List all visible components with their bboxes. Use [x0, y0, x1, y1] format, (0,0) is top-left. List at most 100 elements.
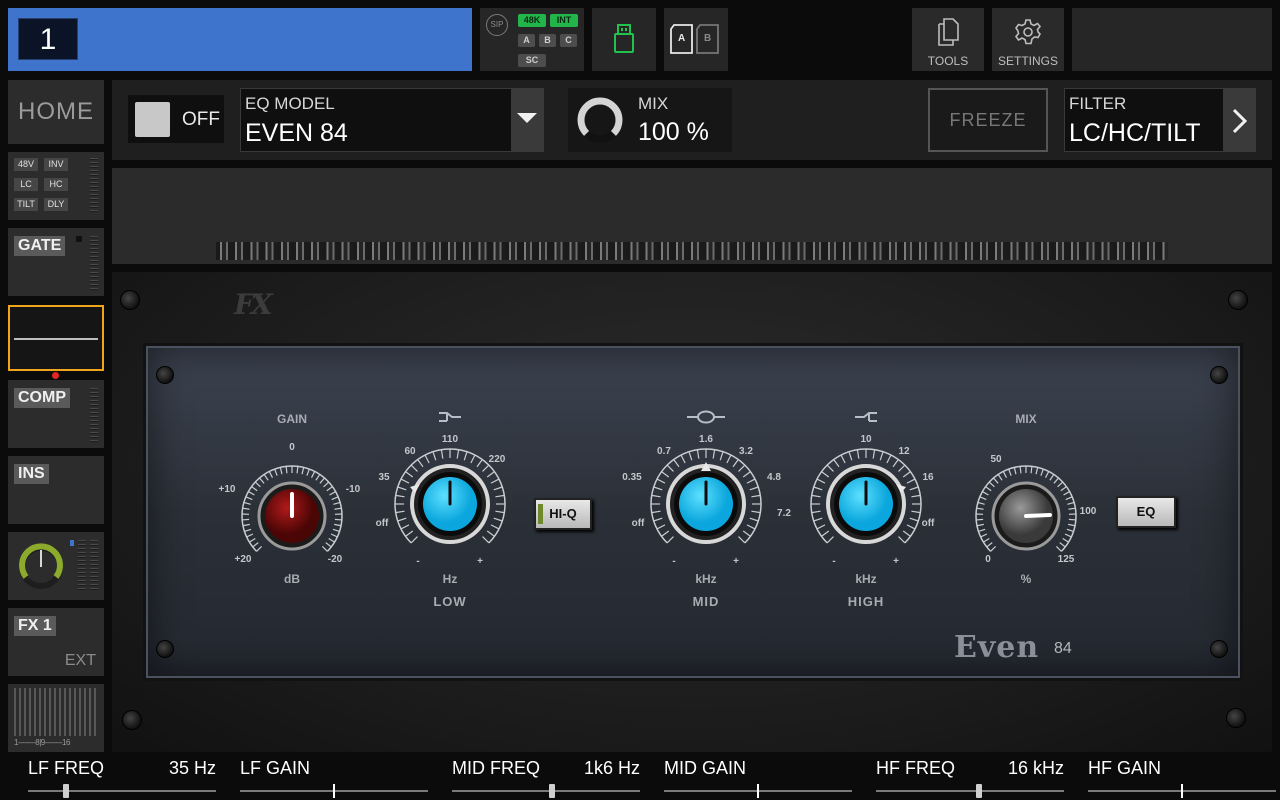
tools-button[interactable]: TOOLS	[912, 8, 984, 71]
high-shelf-icon	[855, 412, 877, 422]
mid-scale-0-35: 0.35	[622, 472, 642, 483]
freeze-button[interactable]: FREEZE	[928, 88, 1048, 152]
param-slider-track[interactable]	[876, 790, 1064, 792]
low-unit: Hz	[442, 572, 458, 586]
status-panel[interactable]: SIP 48K INT A B C SC	[480, 8, 584, 71]
filter-next-button[interactable]	[1224, 88, 1256, 152]
channel-name-box[interactable]: 1	[8, 8, 472, 71]
insert-section-button[interactable]: INS	[8, 456, 104, 524]
channel-strip-button[interactable]	[8, 532, 104, 600]
settings-label: SETTINGS	[997, 54, 1058, 68]
settings-button[interactable]: SETTINGS	[992, 8, 1064, 71]
mix-value: 100 %	[638, 118, 709, 146]
param-name: HF FREQ	[876, 758, 955, 778]
param-slider-track[interactable]	[28, 790, 216, 792]
mix-label: MIX	[638, 94, 669, 113]
fx-section-button[interactable]: FX 1 EXT	[8, 608, 104, 676]
low-band-label: LOW	[433, 594, 467, 609]
usb-icon	[614, 24, 634, 53]
param-slider-thumb[interactable]	[757, 784, 759, 798]
documents-icon	[938, 18, 959, 46]
param-name: MID GAIN	[664, 758, 747, 778]
mix-scale-50: 50	[990, 454, 1002, 465]
low-shelf-icon	[439, 412, 461, 422]
filter-selector[interactable]: FILTER LC/HC/TILT	[1064, 88, 1224, 152]
card-slot-status[interactable]: A B	[664, 8, 728, 71]
chevron-right-icon	[1232, 108, 1248, 134]
eq-in-button[interactable]: EQ	[1116, 496, 1176, 528]
brand-name: Even	[954, 630, 1040, 665]
gear-icon	[1014, 19, 1042, 45]
param-name: HF GAIN	[1088, 758, 1162, 778]
low-scale-off: off	[375, 518, 389, 529]
gate-meter	[90, 236, 98, 292]
param-hf-gain[interactable]: HF GAIN	[1088, 752, 1280, 800]
comp-label: COMP	[14, 388, 70, 408]
low-cut-tag: LC	[14, 178, 38, 191]
eq-section-button-selected[interactable]	[8, 305, 104, 371]
param-slider-thumb[interactable]	[62, 784, 69, 798]
comp-meter	[90, 388, 98, 444]
param-value: 35 Hz	[168, 758, 216, 778]
plugin-rack: FX GAIN 0 +10 -10 +20 -20 dB 110 60 220 …	[112, 272, 1272, 752]
param-slider-track[interactable]	[452, 790, 640, 792]
mid-scale-3-2: 3.2	[739, 446, 753, 457]
sidechain-tag: SC	[518, 54, 546, 67]
power-state-label: OFF	[182, 109, 220, 130]
rack-top-area	[112, 168, 1272, 264]
mix-control[interactable]: MIX 100 %	[568, 88, 732, 152]
param-lf-freq[interactable]: LF FREQ 35 Hz	[28, 752, 240, 800]
eq-model-dropdown[interactable]: EQ MODEL EVEN 84	[240, 88, 544, 152]
card-slot-a-label: A	[678, 33, 686, 44]
plate-screw	[1210, 640, 1228, 658]
clock-source-tag: INT	[550, 14, 578, 27]
rack-screw	[122, 710, 142, 730]
mid-bell-icon	[687, 410, 725, 424]
param-slider-thumb[interactable]	[333, 784, 335, 798]
rack-screw	[1228, 290, 1248, 310]
high-minus: -	[832, 556, 836, 567]
bus-sends-button[interactable]: 1--------8|9--------16	[8, 684, 104, 752]
comp-section-button[interactable]: COMP	[8, 380, 104, 448]
mid-band-label: MID	[692, 594, 720, 609]
param-mid-gain[interactable]: MID GAIN	[664, 752, 876, 800]
gate-section-button[interactable]: GATE	[8, 228, 104, 296]
dropdown-arrow[interactable]	[511, 89, 543, 151]
high-unit: kHz	[855, 572, 877, 586]
mid-freq-knob[interactable]	[646, 444, 766, 564]
mix-ring-icon	[577, 97, 623, 143]
home-button[interactable]: HOME	[8, 80, 104, 144]
param-mid-freq[interactable]: MID FREQ 1k6 Hz	[452, 752, 664, 800]
low-scale-110: 110	[441, 434, 459, 445]
gain-scale-plus10: +10	[218, 484, 236, 495]
plate-screw	[156, 366, 174, 384]
low-scale-35: 35	[378, 472, 390, 483]
param-lf-gain[interactable]: LF GAIN	[240, 752, 452, 800]
param-hf-freq[interactable]: HF FREQ 16 kHz	[876, 752, 1088, 800]
eq-power-toggle[interactable]: OFF	[128, 95, 224, 143]
tilt-tag: TILT	[14, 198, 38, 211]
param-slider-thumb[interactable]	[1181, 784, 1183, 798]
mid-scale-4-8: 4.8	[767, 472, 781, 483]
invert-tag: INV	[44, 158, 68, 171]
param-slider-thumb[interactable]	[548, 784, 555, 798]
usb-status-button[interactable]	[592, 8, 656, 71]
gate-label: GATE	[14, 236, 66, 256]
brand-model: 84	[1054, 640, 1072, 657]
mid-scale-0-7: 0.7	[657, 446, 671, 457]
param-slider-thumb[interactable]	[976, 784, 983, 798]
sip-indicator: SIP	[486, 14, 508, 36]
filter-label: FILTER	[1069, 94, 1127, 113]
bus-scale-label: 1--------8|9--------16	[14, 738, 70, 747]
high-plus: +	[893, 556, 899, 567]
mid-minus: -	[672, 556, 676, 567]
hi-q-button[interactable]: HI-Q	[534, 498, 592, 530]
gain-scale-plus20: +20	[234, 554, 252, 565]
input-section-button[interactable]: 48V INV LC HC TILT DLY	[8, 152, 104, 220]
high-freq-knob[interactable]	[806, 444, 926, 564]
low-scale-60: 60	[404, 446, 416, 457]
eq-curve-preview	[14, 338, 98, 340]
low-minus: -	[416, 556, 420, 567]
gain-scale-minus20: -20	[327, 554, 343, 565]
rack-screw	[1226, 708, 1246, 728]
